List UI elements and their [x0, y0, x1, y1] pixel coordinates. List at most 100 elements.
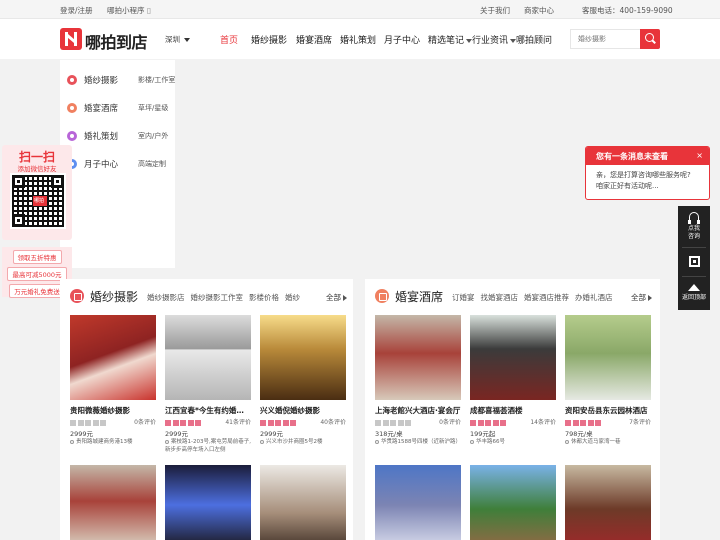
chat-popup-header: 您有一条消息未查看 × [586, 147, 709, 165]
vendor-address: 案枝路1-203号,案屯劳局前巷子,新步步高停车场入口左侧 [165, 438, 251, 454]
vendor-photo[interactable] [165, 465, 251, 540]
tag-link[interactable]: 办婚礼酒店 [575, 293, 613, 302]
tag-link[interactable]: 找婚宴酒店 [481, 293, 519, 302]
nav-maternity-center[interactable]: 月子中心 [384, 33, 420, 46]
vendor-price: 2999元 [70, 430, 94, 438]
nav-industry-news-label: 行业资讯 [472, 36, 509, 46]
search-input[interactable] [571, 30, 640, 48]
qr-center-label: 哪拍 [34, 198, 45, 204]
vendor-card[interactable]: 上海老館兴大酒店·宴会厅 0条评价 318元/桌 华贯路1588号四楼（近新沪路… [375, 315, 461, 455]
vendor-card[interactable]: 资阳安岳县东云园林酒店 7条评价 798元/桌 休都大道马家湾一巷 [565, 315, 651, 455]
dropdown-item-planning[interactable]: 婚礼策划 室内/户外 [60, 122, 175, 150]
review-count: 40条评价 [320, 419, 346, 426]
chat-line: 咱家正好有活动呢... [596, 182, 659, 190]
dropdown-item-photo[interactable]: 婚纱摄影 影楼/工作室 [60, 66, 175, 94]
logo-mark-icon [60, 28, 82, 50]
consult-button[interactable]: 点我 咨询 [678, 212, 710, 241]
city-selector[interactable]: 深圳 [165, 34, 190, 45]
vendor-card[interactable]: 江西宜春*今生有约婚纱摄影 41条评价 2999元 案枝路1-203号,案屯劳局… [165, 315, 251, 455]
dropdown-item-sub: 影楼/工作室 [138, 76, 176, 84]
search-field[interactable] [570, 29, 640, 49]
close-icon[interactable]: × [696, 151, 703, 161]
vendor-address-text: 华贯路1588号四楼（近新沪路） [381, 439, 461, 445]
vendor-price: 2999元 [165, 430, 189, 438]
vendor-address-text: 案枝路1-203号,案屯劳局前巷子,新步步高停车场入口左侧 [165, 439, 251, 453]
dropdown-item-name: 婚宴酒席 [84, 104, 119, 114]
review-count: 0条评价 [134, 419, 156, 426]
dropdown-item-maternity[interactable]: 月子中心 高端定制 [60, 150, 175, 178]
dropdown-item-name: 月子中心 [84, 160, 119, 170]
city-label: 深圳 [165, 35, 180, 44]
search-button[interactable] [640, 29, 660, 49]
qr-center-logo: 哪拍 [33, 196, 47, 206]
vendor-photo[interactable] [375, 465, 461, 540]
vendor-card[interactable]: 贵阳微薇婚纱摄影 0条评价 2999元 贵阳路城建商务港13楼 [70, 315, 156, 455]
vendor-photo [70, 315, 156, 400]
planning-icon [67, 131, 77, 141]
tag-link[interactable]: 婚纱摄影店 [147, 293, 185, 302]
dropdown-item-name: 婚礼策划 [84, 132, 119, 142]
vendor-title: 成都喜福荟酒楼 [470, 406, 523, 415]
miniapp-label: 哪拍小程序 [107, 6, 145, 15]
dropdown-item-name: 婚纱摄影 [84, 76, 119, 86]
vendor-photo [260, 315, 346, 400]
nav-home[interactable]: 首页 [220, 33, 238, 46]
category-dropdown: 婚纱摄影 影楼/工作室 婚宴酒席 草坪/星级 婚礼策划 室内/户外 月子中心 高… [60, 60, 175, 268]
vendor-address: 兴义市沙井商圈5号2楼 [260, 438, 346, 446]
back-to-top-button[interactable]: 返回顶部 [678, 284, 710, 302]
chat-message-popup[interactable]: 您有一条消息未查看 × 亲，您是打算咨询哪些服务呢? 咱家正好有活动呢... [585, 146, 710, 200]
tag-link[interactable]: 婚宴酒店推荐 [524, 293, 569, 302]
view-all-label: 全部 [326, 293, 341, 302]
vendor-card[interactable]: 成都喜福荟酒楼 14条评价 199元起 华丰路66号 [470, 315, 556, 455]
view-all-link[interactable]: 全部 [326, 292, 347, 303]
view-all-link[interactable]: 全部 [631, 292, 652, 303]
tag-link[interactable]: 婚纱摄影工作室 [191, 293, 244, 302]
dropdown-item-banquet[interactable]: 婚宴酒席 草坪/星级 [60, 94, 175, 122]
about-link[interactable]: 关于我们 [480, 5, 510, 16]
site-logo[interactable]: 哪拍到店 [60, 28, 156, 52]
promo-label: 万元婚礼免费送 [9, 284, 65, 298]
nav-featured-notes[interactable]: 精选笔记 [428, 33, 473, 46]
floating-sidebar: 点我 咨询 返回顶部 [678, 206, 710, 310]
nav-industry-news[interactable]: 行业资讯 [472, 33, 517, 46]
vendor-address: 华丰路66号 [470, 438, 556, 446]
vendor-photo[interactable] [470, 465, 556, 540]
promo-label: 最高可减5000元 [7, 267, 67, 281]
vendor-card[interactable]: 兴义婚倪婚纱摄影 40条评价 2999元 兴义市沙井商圈5号2楼 [260, 315, 346, 455]
review-count: 7条评价 [629, 419, 651, 426]
review-count: 14条评价 [530, 419, 556, 426]
miniapp-link[interactable]: 哪拍小程序 ▯ [107, 5, 151, 16]
vendor-photo[interactable] [70, 465, 156, 540]
qr-code-button[interactable] [678, 256, 710, 269]
vendor-address: 华贯路1588号四楼（近新沪路） [375, 438, 461, 446]
nav-featured-notes-label: 精选笔记 [428, 36, 465, 46]
view-all-label: 全部 [631, 293, 646, 302]
review-count: 0条评价 [439, 419, 461, 426]
nav-wedding-photo[interactable]: 婚纱摄影 [251, 33, 287, 46]
vendor-photo [565, 315, 651, 400]
dropdown-item-sub: 高端定制 [138, 160, 166, 168]
nav-wedding-banquet[interactable]: 婚宴酒席 [296, 33, 332, 46]
vendor-address-text: 兴义市沙井商圈5号2楼 [266, 439, 323, 445]
vendor-title: 兴义婚倪婚纱摄影 [260, 406, 320, 415]
vendor-address: 贵阳路城建商务港13楼 [70, 438, 156, 446]
chevron-right-icon [648, 295, 652, 301]
tag-link[interactable]: 影楼价格 [249, 293, 279, 302]
banquet-icon [375, 289, 389, 303]
vendor-title: 资阳安岳县东云园林酒店 [565, 406, 648, 415]
nav-consultant[interactable]: 哪拍顾问 [516, 33, 552, 46]
promo-label: 领取五折特惠 [12, 250, 62, 264]
vendor-address-text: 休都大道马家湾一巷 [571, 439, 621, 445]
merchant-center-link[interactable]: 商家中心 [524, 5, 554, 16]
vendor-photo[interactable] [260, 465, 346, 540]
tag-link[interactable]: 婚纱 [285, 293, 300, 302]
vendor-photo[interactable] [565, 465, 651, 540]
section-title: 婚宴酒席 [395, 290, 444, 304]
promo-half-price[interactable]: 领取五折特惠 [2, 247, 72, 264]
rating-stars [165, 419, 205, 426]
qr-subtitle: 添加微信好友 [17, 165, 57, 173]
tag-link[interactable]: 订婚宴 [452, 293, 475, 302]
login-link[interactable]: 登录/注册 [60, 5, 93, 16]
location-pin-icon [565, 439, 569, 444]
nav-wedding-planning[interactable]: 婚礼策划 [340, 33, 376, 46]
